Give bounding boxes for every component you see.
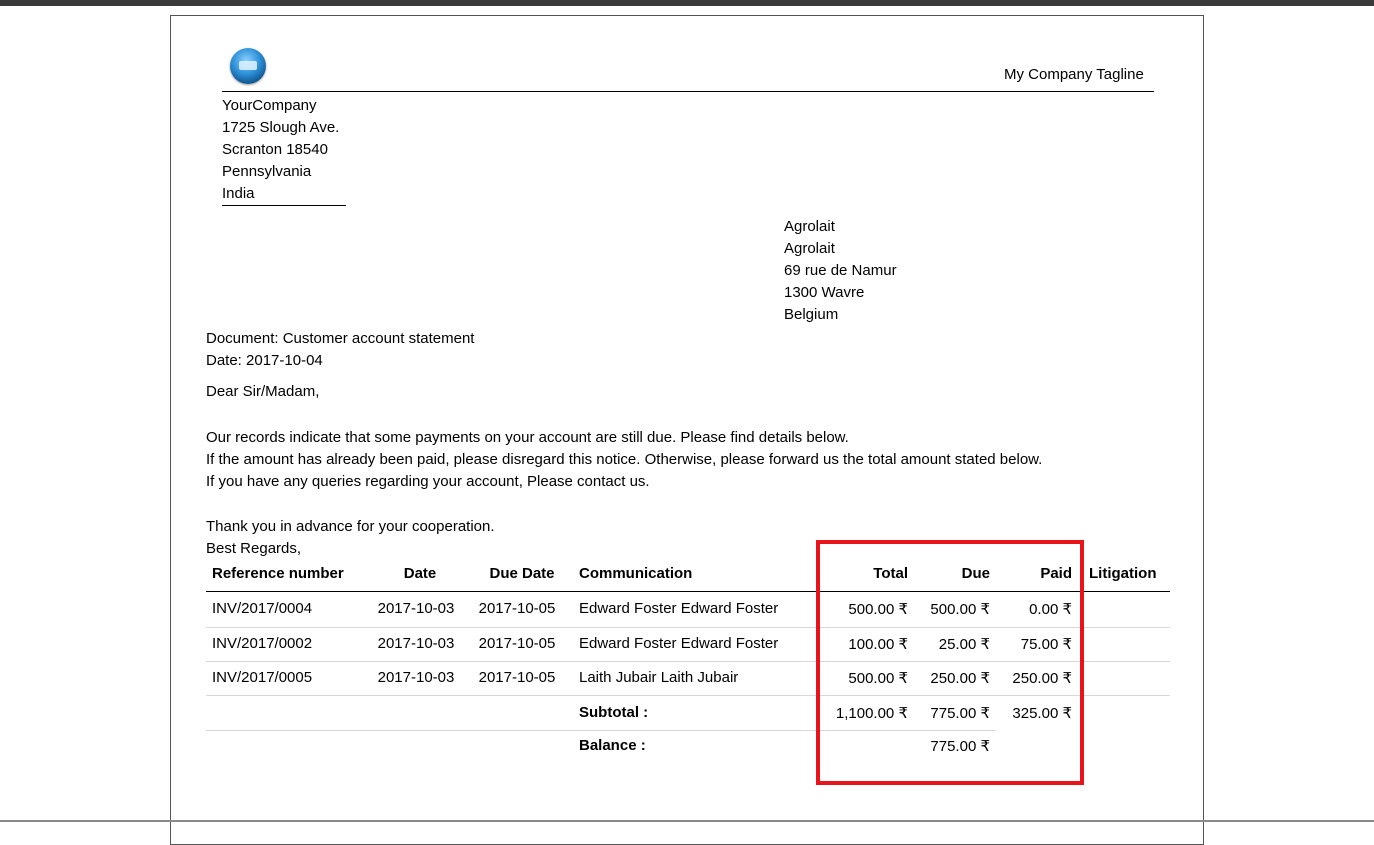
logo-glyph — [239, 61, 257, 70]
document-info: Document: Customer account statement Dat… — [206, 328, 474, 372]
row2-due-date: 2017-10-05 — [478, 635, 556, 652]
col-header-litigation: Litigation — [1089, 565, 1157, 582]
salutation: Dear Sir/Madam, — [206, 383, 320, 400]
closing-thanks: Thank you in advance for your cooperatio… — [206, 518, 495, 535]
message-line: Our records indicate that some payments … — [206, 429, 849, 446]
row1-due-date: 2017-10-05 — [478, 600, 556, 617]
document-title: Document: Customer account statement — [206, 330, 475, 347]
company-city: Scranton 18540 — [222, 141, 328, 158]
col-header-reference: Reference number — [212, 565, 344, 582]
company-address-divider — [222, 205, 346, 206]
row3-reference: INV/2017/0005 — [212, 669, 313, 686]
partner-city: 1300 Wavre — [784, 284, 865, 301]
closing-regards: Best Regards, — [206, 540, 302, 557]
row3-due-date: 2017-10-05 — [478, 669, 556, 686]
partner-country: Belgium — [784, 306, 839, 323]
closing: Thank you in advance for your cooperatio… — [206, 516, 495, 560]
row3-communication: Laith Jubair Laith Jubair — [579, 669, 739, 686]
partner-street: 69 rue de Namur — [784, 262, 897, 279]
company-tagline: My Company Tagline — [1004, 66, 1144, 83]
statement-message: Our records indicate that some payments … — [206, 427, 1042, 493]
partner-address: Agrolait Agrolait 69 rue de Namur 1300 W… — [784, 216, 897, 326]
col-header-date: Date — [403, 565, 437, 582]
message-line: If you have any queries regarding your a… — [206, 473, 650, 490]
company-country: India — [222, 185, 255, 202]
row2-date: 2017-10-03 — [377, 635, 455, 652]
company-address: YourCompany 1725 Slough Ave. Scranton 18… — [222, 95, 339, 205]
highlight-annotation-box — [816, 540, 1084, 785]
col-header-communication: Communication — [579, 565, 693, 582]
window-top-bar — [0, 0, 1374, 6]
message-line: If the amount has already been paid, ple… — [206, 451, 1043, 468]
company-street: 1725 Slough Ave. — [222, 119, 340, 136]
company-logo-icon — [230, 48, 266, 84]
partner-name: Agrolait — [784, 218, 835, 235]
row2-reference: INV/2017/0002 — [212, 635, 313, 652]
company-state: Pennsylvania — [222, 163, 312, 180]
subtotal-label: Subtotal : — [579, 704, 649, 721]
company-name: YourCompany — [222, 97, 317, 114]
document-date: Date: 2017-10-04 — [206, 352, 323, 369]
row2-communication: Edward Foster Edward Foster — [579, 635, 779, 652]
col-header-due-date: Due Date — [489, 565, 555, 582]
partner-contact: Agrolait — [784, 240, 835, 257]
row1-reference: INV/2017/0004 — [212, 600, 313, 617]
row1-date: 2017-10-03 — [377, 600, 455, 617]
row1-communication: Edward Foster Edward Foster — [579, 600, 779, 617]
row3-date: 2017-10-03 — [377, 669, 455, 686]
header-divider — [222, 91, 1154, 92]
balance-label: Balance : — [579, 737, 646, 754]
